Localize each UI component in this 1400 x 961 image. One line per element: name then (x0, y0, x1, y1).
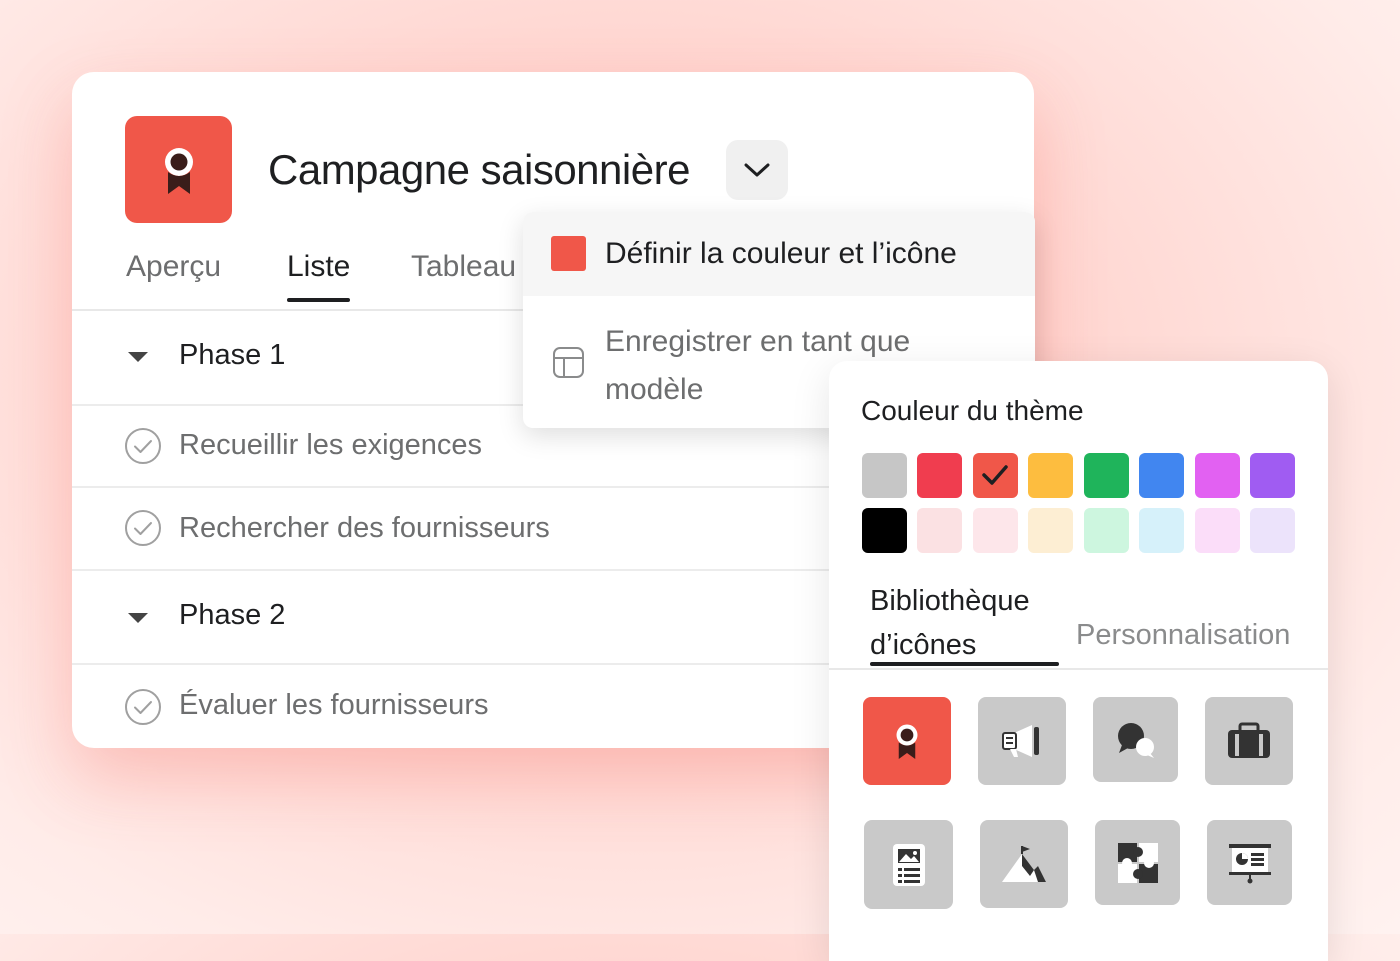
presentation-icon (1228, 843, 1271, 883)
tab-customization[interactable]: Personnalisation (1076, 619, 1290, 652)
project-dropdown-button[interactable] (726, 140, 788, 200)
color-swatch[interactable] (1250, 453, 1295, 498)
briefcase-icon (1228, 722, 1270, 758)
tab-board[interactable]: Tableau (411, 250, 516, 302)
checkmark-icon (982, 465, 1008, 485)
check-circle-icon[interactable] (124, 688, 162, 726)
color-swatch[interactable] (1195, 453, 1240, 498)
ribbon-award-icon (164, 147, 193, 194)
icon-option-presentation[interactable] (1207, 820, 1292, 905)
icon-option-briefcase[interactable] (1205, 697, 1293, 785)
template-icon (553, 347, 584, 378)
color-swatch[interactable] (862, 508, 907, 553)
icon-option-megaphone[interactable] (978, 697, 1066, 785)
panel-title: Couleur du thème (861, 395, 1084, 426)
task-label[interactable]: Recueillir les exigences (179, 429, 482, 462)
color-swatch[interactable] (1028, 508, 1073, 553)
color-swatch[interactable] (1084, 453, 1129, 498)
color-swatch[interactable] (1250, 508, 1295, 553)
project-icon[interactable] (125, 116, 232, 223)
menu-item-set-color-icon[interactable]: Définir la couleur et l’icône (523, 212, 1035, 296)
icon-option-mountain[interactable] (980, 820, 1068, 908)
icon-option-ribbon[interactable] (863, 697, 951, 785)
icon-option-chat[interactable] (1093, 697, 1178, 782)
color-swatch[interactable] (917, 508, 962, 553)
puzzle-icon (1117, 842, 1158, 883)
tab-overview[interactable]: Aperçu (126, 250, 221, 302)
menu-item-label: Définir la couleur et l’icône (605, 237, 957, 270)
section-label: Phase 2 (179, 599, 286, 631)
color-swatch[interactable] (1195, 508, 1240, 553)
color-swatch[interactable] (862, 453, 907, 498)
color-swatch[interactable] (1139, 453, 1184, 498)
tab-icon-library[interactable]: Bibliothèque d’icônes (870, 579, 1060, 667)
chevron-down-icon (744, 163, 770, 177)
mountain-flag-icon (1002, 846, 1046, 882)
color-swatch[interactable] (1084, 508, 1129, 553)
icon-option-document[interactable] (864, 820, 953, 909)
theme-panel: Couleur du thème Bibliothèque d’icônes P… (829, 361, 1328, 961)
color-swatch[interactable] (1139, 508, 1184, 553)
caret-down-icon[interactable] (128, 613, 148, 623)
color-swatch-icon (551, 236, 586, 271)
caret-down-icon[interactable] (128, 352, 148, 362)
ribbon-award-icon (896, 724, 918, 759)
task-label[interactable]: Évaluer les fournisseurs (179, 689, 488, 722)
check-circle-icon[interactable] (124, 427, 162, 465)
tab-list[interactable]: Liste (287, 250, 351, 302)
project-title: Campagne saisonnière (268, 146, 690, 193)
color-swatch-selected[interactable] (973, 453, 1018, 498)
chat-bubbles-icon (1117, 722, 1154, 758)
panel-divider (829, 668, 1328, 670)
document-list-icon (892, 843, 925, 886)
icon-option-puzzle[interactable] (1095, 820, 1180, 905)
section-label: Phase 1 (179, 339, 286, 371)
color-swatch[interactable] (1028, 453, 1073, 498)
color-swatch[interactable] (973, 508, 1018, 553)
check-circle-icon[interactable] (124, 509, 162, 547)
task-label[interactable]: Rechercher des fournisseurs (179, 512, 550, 545)
megaphone-icon (1002, 725, 1039, 757)
color-swatch[interactable] (917, 453, 962, 498)
active-tab-underline (870, 662, 1059, 666)
